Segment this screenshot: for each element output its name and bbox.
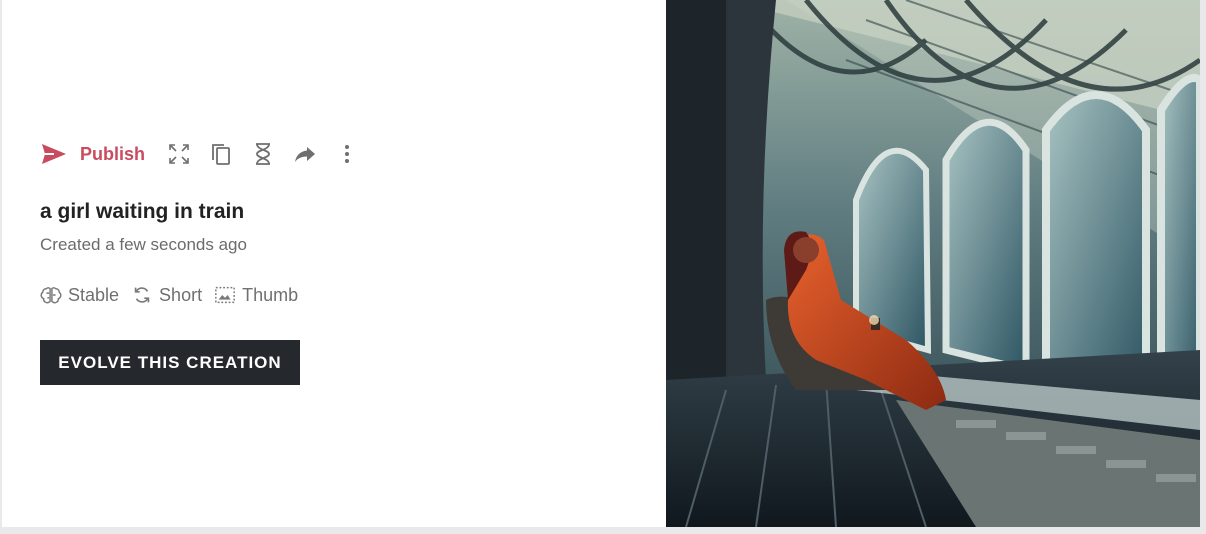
share-button[interactable] <box>289 138 321 170</box>
creation-image[interactable] <box>666 0 1200 527</box>
hourglass-icon <box>256 143 271 165</box>
creation-tags: Stable Short Thumb <box>40 284 310 306</box>
creation-title: a girl waiting in train <box>40 200 245 223</box>
send-icon <box>42 144 66 164</box>
expand-icon <box>169 144 189 164</box>
share-icon <box>295 147 316 162</box>
publish-label: Publish <box>80 143 146 164</box>
tag-size: Thumb <box>214 284 298 306</box>
tag-model-label: Stable <box>68 284 120 305</box>
more-button[interactable] <box>331 138 363 170</box>
tag-size-label: Thumb <box>242 284 299 305</box>
creation-details: Publish a girl waiting in train Created … <box>40 0 640 527</box>
evolve-creation-button[interactable]: EVOLVE THIS CREATION <box>40 340 300 385</box>
history-button[interactable] <box>247 138 279 170</box>
tag-model: Stable <box>40 284 119 306</box>
image-thumb-icon <box>215 286 235 304</box>
tag-length: Short <box>131 284 202 306</box>
copy-button[interactable] <box>205 138 237 170</box>
refresh-icon <box>134 287 150 303</box>
train-scene-image <box>666 0 1200 527</box>
brain-icon <box>40 287 62 304</box>
copy-icon <box>212 144 230 165</box>
tag-length-label: Short <box>159 284 203 305</box>
created-timestamp: Created a few seconds ago <box>40 235 247 254</box>
creation-card: Publish a girl waiting in train Created … <box>2 0 1200 527</box>
expand-button[interactable] <box>163 138 195 170</box>
more-vertical-icon <box>345 145 350 163</box>
action-toolbar: Publish <box>40 138 363 170</box>
publish-button[interactable]: Publish <box>40 142 145 166</box>
